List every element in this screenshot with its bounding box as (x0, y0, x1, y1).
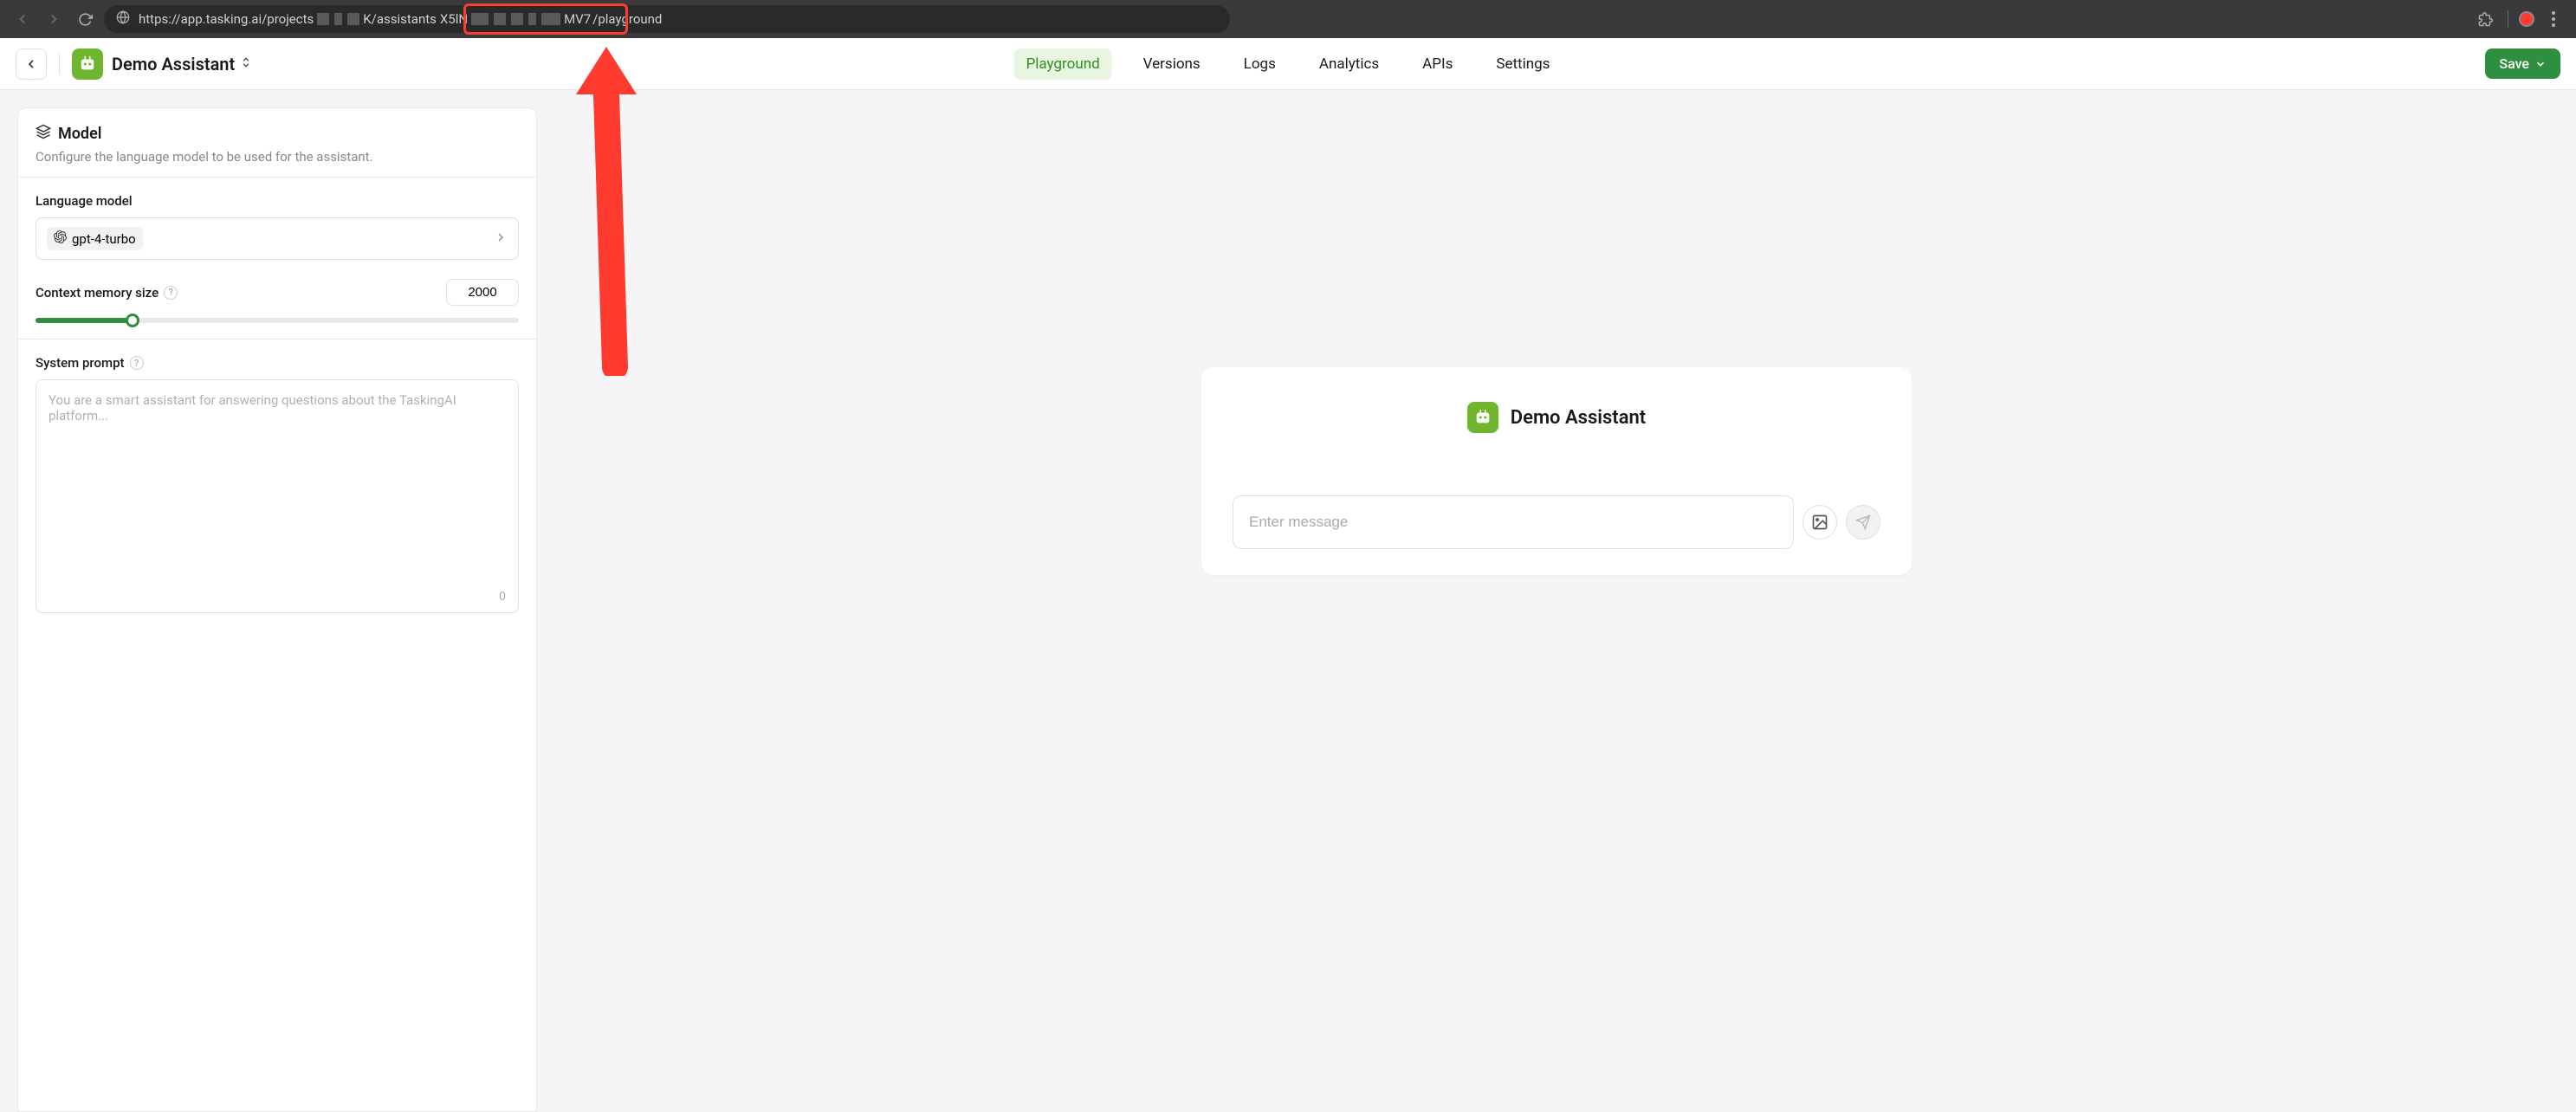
slider-thumb[interactable] (126, 314, 139, 327)
send-icon (1855, 514, 1871, 530)
address-bar[interactable]: https://app.tasking.ai/projects K/assist… (104, 5, 1230, 33)
browser-toolbar: https://app.tasking.ai/projects K/assist… (0, 0, 2576, 38)
extensions-icon[interactable] (2473, 7, 2497, 31)
context-memory-input[interactable] (446, 279, 519, 306)
system-prompt-label: System prompt (36, 355, 125, 371)
header-tabs: Playground Versions Logs Analytics APIs … (1014, 48, 1563, 80)
model-name: gpt-4-turbo (72, 231, 136, 247)
chat-input[interactable] (1233, 495, 1794, 549)
chevron-down-icon (2534, 58, 2547, 70)
model-chip: gpt-4-turbo (47, 227, 143, 250)
app-header: Demo Assistant Playground Versions Logs … (0, 38, 2576, 90)
browser-menu-icon[interactable] (2541, 7, 2566, 31)
assistant-title[interactable]: Demo Assistant (112, 54, 252, 74)
chat-assistant-logo-icon (1467, 402, 1498, 433)
help-icon[interactable]: ? (130, 356, 144, 370)
divider (59, 54, 60, 74)
model-config-panel: Model Configure the language model to be… (17, 107, 537, 1112)
system-prompt-placeholder: You are a smart assistant for answering … (49, 392, 506, 423)
image-icon (1811, 514, 1828, 531)
url-text: https://app.tasking.ai/projects K/assist… (139, 11, 662, 27)
save-button[interactable]: Save (2485, 48, 2560, 79)
tab-playground[interactable]: Playground (1014, 48, 1112, 80)
playground-panel: Demo Assistant (537, 90, 2576, 1112)
tab-logs[interactable]: Logs (1232, 48, 1288, 80)
browser-forward-button[interactable] (42, 7, 66, 31)
browser-back-button[interactable] (10, 7, 35, 31)
openai-icon (54, 230, 67, 247)
browser-profile-icon[interactable] (2519, 11, 2534, 27)
app-back-button[interactable] (16, 48, 47, 80)
char-count: 0 (499, 590, 506, 604)
context-memory-label: Context memory size (36, 285, 159, 301)
browser-reload-button[interactable] (73, 7, 97, 31)
context-memory-slider[interactable] (36, 318, 519, 323)
annotation-arrow-icon (563, 47, 650, 376)
chat-card: Demo Assistant (1201, 367, 1912, 575)
layers-icon (36, 124, 51, 144)
tab-analytics[interactable]: Analytics (1307, 48, 1391, 80)
tab-settings[interactable]: Settings (1484, 48, 1562, 80)
language-model-label: Language model (36, 193, 519, 209)
selector-icon (240, 54, 252, 74)
globe-icon (116, 10, 130, 28)
model-panel-header: Model Configure the language model to be… (18, 108, 536, 178)
assistant-logo-icon (72, 48, 103, 80)
send-button[interactable] (1846, 505, 1880, 540)
model-subtitle: Configure the language model to be used … (36, 149, 519, 165)
help-icon[interactable]: ? (164, 286, 178, 300)
system-prompt-input[interactable]: You are a smart assistant for answering … (36, 379, 519, 613)
content-area: Model Configure the language model to be… (0, 90, 2576, 1112)
chat-title: Demo Assistant (1511, 407, 1646, 429)
tab-apis[interactable]: APIs (1410, 48, 1465, 80)
chevron-right-icon (494, 230, 508, 248)
attach-image-button[interactable] (1803, 505, 1837, 540)
tab-versions[interactable]: Versions (1131, 48, 1213, 80)
model-selector[interactable]: gpt-4-turbo (36, 217, 519, 260)
model-title: Model (58, 125, 101, 143)
